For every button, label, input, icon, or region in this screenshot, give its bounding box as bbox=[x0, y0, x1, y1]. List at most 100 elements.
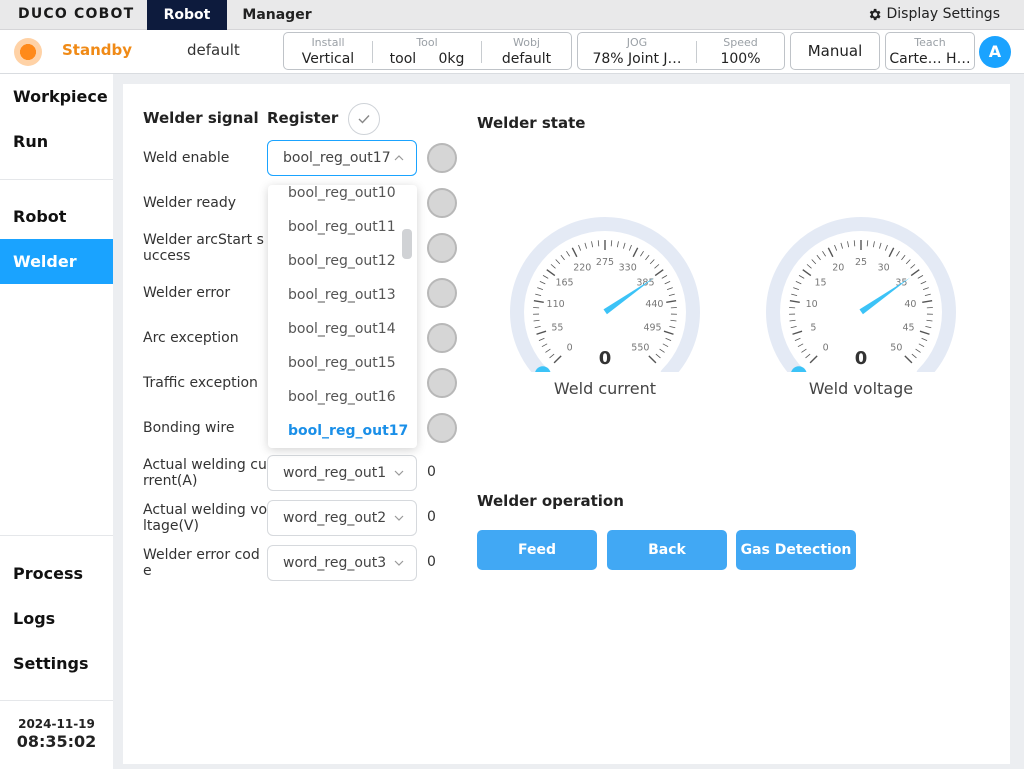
dropdown-option[interactable]: bool_reg_out16 bbox=[288, 389, 396, 405]
tab-manager[interactable]: Manager bbox=[236, 0, 318, 30]
traffic-exception-indicator bbox=[427, 368, 457, 398]
current-tick-label: 0 bbox=[567, 342, 573, 353]
profile-name[interactable]: default bbox=[187, 41, 240, 59]
gas-detection-button[interactable]: Gas Detection bbox=[736, 530, 856, 570]
weld-enable-indicator bbox=[427, 143, 457, 173]
status-bar: Standby default Install Vertical Tool to… bbox=[0, 30, 1024, 74]
sidebar: Workpiece Run Robot Welder Process Logs … bbox=[0, 74, 113, 769]
display-settings-label: Display Settings bbox=[886, 6, 1000, 22]
teach-box[interactable]: Teach Carte… H… bbox=[885, 32, 975, 70]
voltage-tick-label: 40 bbox=[904, 299, 916, 310]
error-code-register-select[interactable]: word_reg_out3 bbox=[267, 545, 417, 581]
chevron-down-icon bbox=[394, 560, 404, 566]
label-error-code: Welder error cod e bbox=[143, 547, 260, 579]
robot-state-text: Standby bbox=[62, 41, 133, 59]
voltage-tick-label: 5 bbox=[810, 322, 816, 333]
weld-voltage-value: 0 bbox=[854, 348, 868, 369]
user-avatar[interactable]: A bbox=[979, 36, 1011, 68]
check-icon bbox=[358, 115, 370, 124]
install-tool-wobj-box[interactable]: Install Vertical Tool tool 0kg Wobj defa… bbox=[283, 32, 572, 70]
current-tick-label: 110 bbox=[547, 299, 565, 310]
dropdown-option[interactable]: bool_reg_out11 bbox=[288, 219, 396, 235]
dropdown-option[interactable]: bool_reg_out12 bbox=[288, 253, 396, 269]
teach-value: Carte… H… bbox=[889, 51, 971, 67]
back-button[interactable]: Back bbox=[607, 530, 727, 570]
confirm-register-button[interactable] bbox=[348, 103, 380, 135]
teach-cell: Teach Carte… H… bbox=[886, 33, 974, 69]
jog-value: 78% Joint J… bbox=[592, 51, 682, 67]
weld-enable-register-select[interactable]: bool_reg_out17 bbox=[267, 140, 417, 176]
current-tick-label: 330 bbox=[619, 262, 637, 273]
dropdown-option[interactable]: bool_reg_out14 bbox=[288, 321, 396, 337]
wobj-cell: Wobj default bbox=[482, 33, 571, 69]
sidebar-item-run[interactable]: Run bbox=[0, 119, 113, 164]
label-arcstart-success: Welder arcStart s uccess bbox=[143, 232, 264, 264]
tool-label: Tool bbox=[416, 36, 438, 49]
manual-mode-button[interactable]: Manual bbox=[790, 32, 880, 70]
tab-robot[interactable]: Robot bbox=[147, 0, 227, 30]
voltage-tick-label: 10 bbox=[806, 299, 818, 310]
chevron-up-icon bbox=[394, 155, 404, 161]
label-welder-ready: Welder ready bbox=[143, 195, 237, 211]
current-tick-label: 275 bbox=[596, 257, 614, 268]
voltage-tick-label: 20 bbox=[832, 262, 844, 273]
label-welder-error: Welder error bbox=[143, 285, 231, 301]
install-cell: Install Vertical bbox=[284, 33, 372, 69]
bonding-wire-indicator bbox=[427, 413, 457, 443]
dropdown-option[interactable]: bool_reg_out13 bbox=[288, 287, 396, 303]
feed-button[interactable]: Feed bbox=[477, 530, 597, 570]
weld-current-value: 0 bbox=[598, 348, 612, 369]
register-dropdown-list[interactable]: bool_reg_out10 bool_reg_out11 bool_reg_o… bbox=[268, 185, 417, 448]
install-label: Install bbox=[311, 36, 345, 49]
duco-cobot-logo: DUCO COBOT bbox=[18, 6, 135, 22]
welder-state-title: Welder state bbox=[477, 114, 586, 132]
voltage-tick-label: 50 bbox=[890, 342, 902, 353]
actual-voltage-value: 0 bbox=[427, 509, 436, 525]
jog-cell: JOG 78% Joint J… bbox=[578, 33, 696, 69]
sidebar-item-process[interactable]: Process bbox=[0, 551, 113, 596]
dropdown-scrollbar[interactable] bbox=[402, 229, 412, 259]
error-code-value: 0 bbox=[427, 554, 436, 570]
top-tab-bar: DUCO COBOT Robot Manager Display Setting… bbox=[0, 0, 1024, 30]
install-value: Vertical bbox=[301, 51, 355, 67]
current-register-select[interactable]: word_reg_out1 bbox=[267, 455, 417, 491]
wobj-label: Wobj bbox=[512, 36, 540, 49]
dropdown-option[interactable]: bool_reg_out10 bbox=[288, 185, 396, 201]
welder-signal-title: Welder signal bbox=[143, 109, 259, 127]
tool-cell: Tool tool 0kg bbox=[373, 33, 481, 69]
current-tick-label: 495 bbox=[643, 322, 661, 333]
tool-load: 0kg bbox=[438, 51, 465, 67]
gear-icon bbox=[869, 8, 881, 20]
dropdown-option-selected[interactable]: bool_reg_out17 bbox=[288, 423, 408, 439]
error-code-register-value: word_reg_out3 bbox=[283, 555, 387, 571]
current-minor-tick bbox=[597, 240, 600, 247]
weld-current-label: Weld current bbox=[553, 379, 657, 398]
jog-speed-box[interactable]: JOG 78% Joint J… Speed 100% bbox=[577, 32, 785, 70]
voltage-register-value: word_reg_out2 bbox=[283, 510, 387, 526]
dropdown-option[interactable]: bool_reg_out15 bbox=[288, 355, 396, 371]
voltage-minor-tick bbox=[866, 240, 869, 247]
welder-error-indicator bbox=[427, 278, 457, 308]
sidebar-item-welder[interactable]: Welder bbox=[0, 239, 113, 284]
jog-label: JOG bbox=[626, 36, 648, 49]
display-settings-button[interactable]: Display Settings bbox=[867, 6, 1000, 22]
current-tick-label: 55 bbox=[551, 322, 563, 333]
speed-value: 100% bbox=[720, 51, 761, 67]
label-actual-current: Actual welding cu rrent(A) bbox=[143, 457, 267, 489]
teach-label: Teach bbox=[914, 36, 946, 49]
label-traffic-exception: Traffic exception bbox=[143, 375, 258, 391]
voltage-tick-label: 45 bbox=[903, 322, 915, 333]
robot-state-indicator bbox=[14, 38, 42, 66]
current-tick-label: 165 bbox=[555, 278, 573, 289]
speed-cell: Speed 100% bbox=[697, 33, 784, 69]
sidebar-item-robot[interactable]: Robot bbox=[0, 194, 113, 239]
sidebar-item-settings[interactable]: Settings bbox=[0, 641, 113, 686]
welder-ready-indicator bbox=[427, 188, 457, 218]
sidebar-item-logs[interactable]: Logs bbox=[0, 596, 113, 641]
voltage-tick-label: 25 bbox=[855, 257, 867, 268]
label-bonding-wire: Bonding wire bbox=[143, 420, 235, 436]
chevron-down-icon bbox=[394, 470, 404, 476]
voltage-minor-tick bbox=[853, 240, 856, 247]
sidebar-item-workpiece[interactable]: Workpiece bbox=[0, 74, 113, 119]
voltage-register-select[interactable]: word_reg_out2 bbox=[267, 500, 417, 536]
